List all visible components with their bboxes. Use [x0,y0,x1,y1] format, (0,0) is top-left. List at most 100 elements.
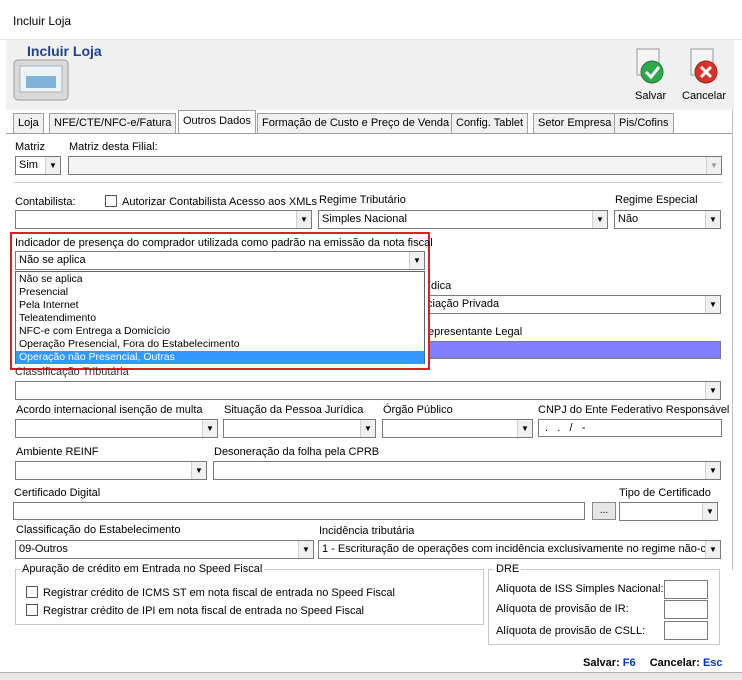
cancel-label: Cancelar [682,90,727,102]
save-button[interactable]: Salvar [628,45,672,105]
incidencia-value: 1 - Escrituração de operações com incidê… [322,543,713,555]
class-estab-value: 09-Outros [19,543,68,555]
indicador-value: Não se aplica [19,254,86,266]
orgao-select[interactable]: ▼ [382,419,533,438]
indicador-dropdown-list: Não se aplica Presencial Pela Internet T… [15,271,425,364]
iss-field[interactable] [664,580,708,599]
cnpj-label: CNPJ do Ente Federativo Responsável [538,404,730,416]
ir-field[interactable] [664,600,708,619]
footer-shortcuts: Salvar: F6 Cancelar: Esc [583,657,733,671]
certificado-field[interactable] [13,502,585,520]
regime-tributario-label: Regime Tributário [319,194,406,206]
csll-field[interactable] [664,621,708,640]
chevron-down-icon: ▼ [298,541,313,558]
ir-label: Alíquota de provisão de IR: [496,603,629,615]
close-icon [686,47,722,85]
matriz-select[interactable]: Sim ▼ [15,156,61,175]
chevron-down-icon: ▼ [705,296,720,313]
tab-nfe[interactable]: NFE/CTE/NFC-e/Fatura [49,113,177,133]
chevron-down-icon: ▼ [706,157,721,174]
contabilista-select[interactable]: ▼ [15,210,312,229]
chevron-down-icon: ▼ [705,382,720,399]
chevron-down-icon: ▼ [702,503,717,520]
representante-legal-field[interactable] [420,341,721,359]
cancel-button[interactable]: Cancelar [680,45,732,105]
indicador-option-selected[interactable]: Operação não Presencial, Outras [16,351,424,364]
iss-label: Alíquota de ISS Simples Nacional: [496,583,664,595]
matriz-filial-select[interactable]: ▼ [68,156,722,175]
chevron-down-icon: ▼ [705,211,720,228]
indicador-label: Indicador de presença do comprador utili… [15,237,433,249]
chevron-down-icon: ▼ [705,541,720,558]
tab-loja[interactable]: Loja [13,113,44,133]
chevron-down-icon: ▼ [705,462,720,479]
tab-config-tablet[interactable]: Config. Tablet [451,113,529,133]
contabilista-label: Contabilista: [15,196,76,208]
indicador-option[interactable]: Não se aplica [16,273,424,286]
acordo-select[interactable]: ▼ [15,419,218,438]
indicador-option[interactable]: Teleatendimento [16,312,424,325]
icms-label: Registrar crédito de ICMS ST em nota fis… [43,587,395,599]
cnpj-field[interactable]: . . / - [538,419,722,437]
natureza-juridica-value: ciação Privada [427,298,500,310]
indicador-option[interactable]: Presencial [16,286,424,299]
csll-label: Alíquota de provisão de CSLL: [496,625,646,637]
tab-formacao-custo[interactable]: Formação de Custo e Preço de Venda [257,113,455,133]
incidencia-label: Incidência tributária [319,525,415,537]
natureza-juridica-select[interactable]: ciação Privada ▼ [420,295,721,314]
tipo-certificado-select[interactable]: ▼ [619,502,718,521]
tab-pis-cofins[interactable]: Pis/Cofins [614,113,674,133]
certificado-label: Certificado Digital [14,487,101,499]
autorizar-checkbox[interactable] [105,195,117,207]
ambiente-reinf-select[interactable]: ▼ [15,461,207,480]
matriz-label: Matriz [15,141,45,153]
regime-especial-select[interactable]: Não ▼ [614,210,721,229]
ipi-label: Registrar crédito de IPI em nota fiscal … [43,605,365,617]
dre-title: DRE [494,563,522,575]
chevron-down-icon: ▼ [202,420,217,437]
ipi-checkbox[interactable] [26,604,38,616]
indicador-select[interactable]: Não se aplica ▼ [15,251,425,270]
header-panel [6,40,734,110]
matriz-filial-label: Matriz desta Filial: [69,141,158,153]
chevron-down-icon: ▼ [409,252,424,269]
bottom-edge-strip [0,672,742,680]
ambiente-reinf-label: Ambiente REINF [16,446,99,458]
check-icon [632,47,668,85]
tab-setor-empresa[interactable]: Setor Empresa [533,113,617,133]
save-label: Salvar [635,90,667,102]
natureza-juridica-label: ídica [428,280,452,292]
chevron-down-icon: ▼ [296,211,311,228]
separator [14,182,722,183]
icms-checkbox[interactable] [26,586,38,598]
indicador-option[interactable]: Operação Presencial, Fora do Estabelecim… [16,338,424,351]
matriz-value: Sim [19,159,38,171]
situacao-select[interactable]: ▼ [223,419,376,438]
indicador-option[interactable]: NFC-e com Entrega a Domicício [16,325,424,338]
chevron-down-icon: ▼ [360,420,375,437]
speed-fiscal-title: Apuração de crédito em Entrada no Speed … [20,563,265,575]
class-estab-select[interactable]: 09-Outros ▼ [15,540,314,559]
chevron-down-icon: ▼ [592,211,607,228]
classificacao-tributaria-label: Classificação Tributária [15,366,129,378]
window-title: Incluir Loja [13,14,72,28]
tab-outros-dados[interactable]: Outros Dados [178,110,256,133]
autorizar-label: Autorizar Contabilista Acesso aos XMLs [122,196,318,208]
title-bar: Incluir Loja [0,0,742,40]
regime-especial-value: Não [618,213,639,225]
situacao-label: Situação da Pessoa Jurídica [224,404,364,416]
desoneracao-label: Desoneração da folha pela CPRB [214,446,380,458]
class-estab-label: Classificação do Estabelecimento [16,524,181,536]
orgao-label: Órgão Público [383,404,453,416]
chevron-down-icon: ▼ [45,157,60,174]
tipo-certificado-label: Tipo de Certificado [619,487,711,499]
incidencia-select[interactable]: 1 - Escrituração de operações com incidê… [318,540,721,559]
cancel-shortcut-prefix: Cancelar: [649,657,700,669]
indicador-option[interactable]: Pela Internet [16,299,424,312]
classificacao-tributaria-select[interactable]: ▼ [15,381,721,400]
save-shortcut-prefix: Salvar: [583,657,620,669]
regime-tributario-select[interactable]: Simples Nacional ▼ [318,210,608,229]
browse-button[interactable]: ... [592,502,616,520]
desoneracao-select[interactable]: ▼ [213,461,721,480]
browse-label: ... [599,505,609,516]
